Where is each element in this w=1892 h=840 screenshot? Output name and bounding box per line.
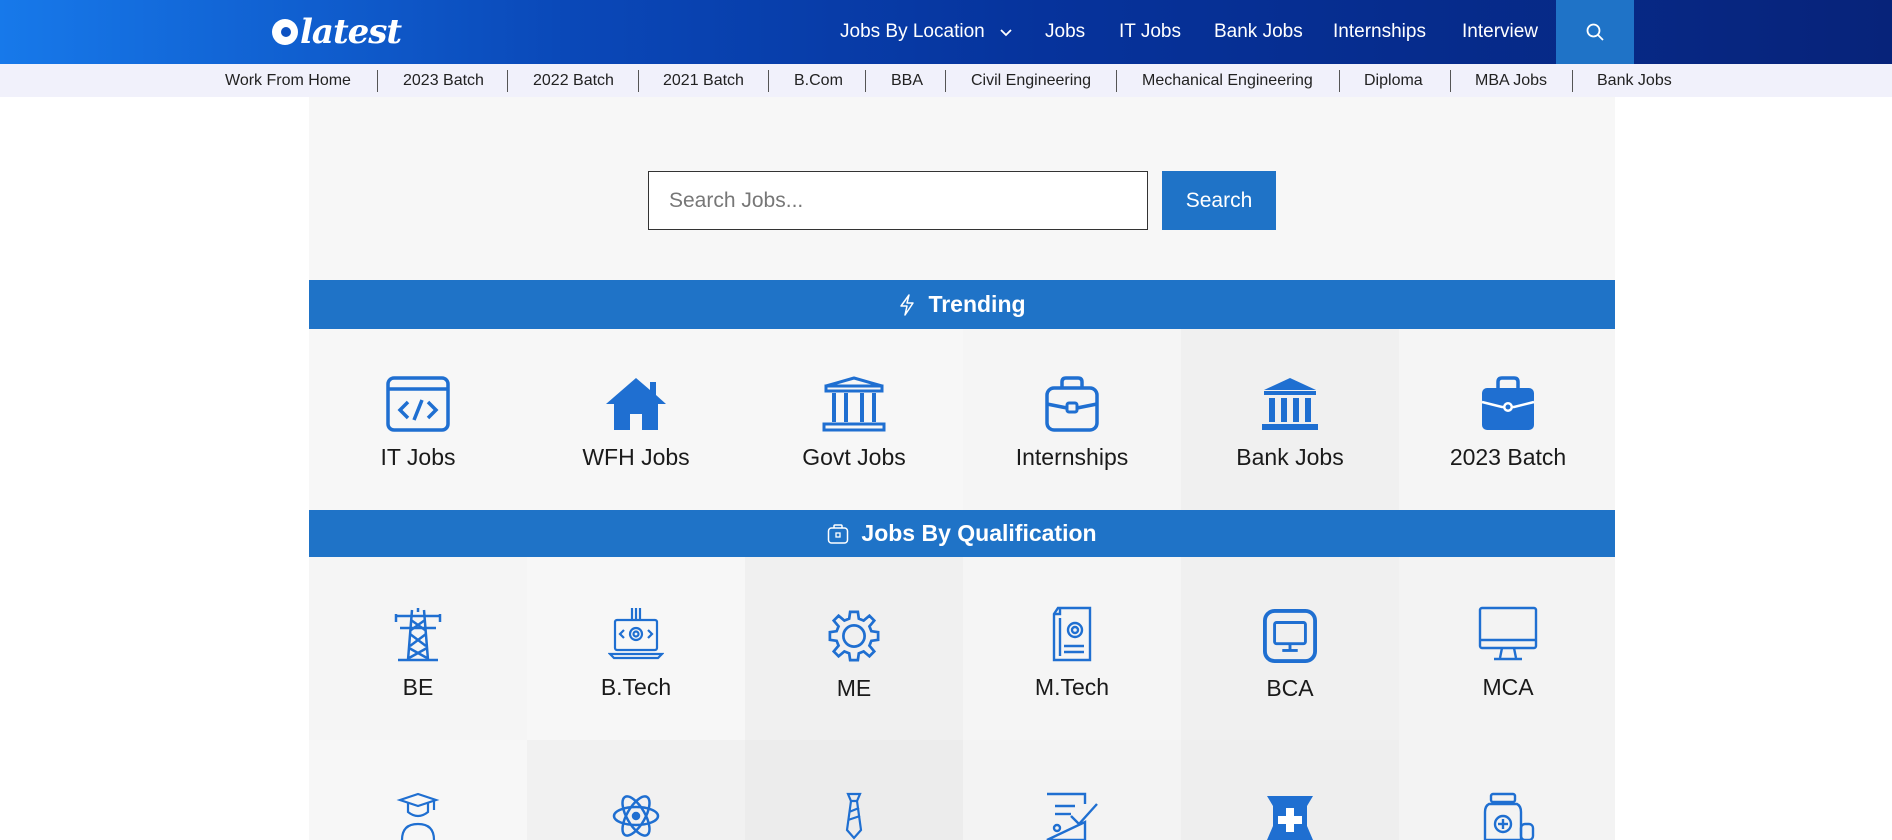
tile-label: M.Tech xyxy=(1034,674,1110,700)
tile-label: B.Tech xyxy=(600,674,672,700)
tile-label: MCA xyxy=(1482,674,1534,700)
subnav-item[interactable]: Civil Engineering xyxy=(971,64,1091,97)
subnav-divider xyxy=(865,70,866,92)
tile-label: WFH Jobs xyxy=(582,444,690,470)
trending-wfh-jobs[interactable]: WFH Jobs xyxy=(527,376,745,471)
qualification-header: Jobs By Qualification xyxy=(309,510,1615,557)
tile-label: ME xyxy=(836,675,872,701)
checklist-icon xyxy=(1046,792,1098,840)
gear-icon xyxy=(828,610,880,662)
briefcase-outline-icon xyxy=(1045,376,1099,432)
graduate-icon xyxy=(396,792,440,840)
subnav-divider xyxy=(945,70,946,92)
trending-govt-jobs[interactable]: Govt Jobs xyxy=(745,376,963,471)
mortar-pestle-icon xyxy=(1267,796,1313,840)
search-placeholder: Search Jobs... xyxy=(669,188,804,212)
trending-2023-batch[interactable]: 2023 Batch xyxy=(1399,376,1617,471)
medicine-bottle-icon xyxy=(1483,792,1535,840)
subnav-item[interactable]: 2022 Batch xyxy=(533,64,614,97)
subnav-item[interactable]: 2023 Batch xyxy=(403,64,484,97)
briefcase-small-icon xyxy=(828,523,849,544)
subnav-divider xyxy=(1572,70,1573,92)
nav-jobs-by-location[interactable]: Jobs By Location xyxy=(840,0,1015,64)
subnav-divider xyxy=(1450,70,1451,92)
header-search-button[interactable] xyxy=(1556,0,1634,64)
site-logo[interactable]: latest xyxy=(272,10,402,54)
subnav-divider xyxy=(377,70,378,92)
qualification-bca[interactable]: BCA xyxy=(1181,609,1399,702)
briefcase-filled-icon xyxy=(1481,376,1535,430)
nav-internships[interactable]: Internships xyxy=(1333,0,1426,64)
tile-label: BE xyxy=(402,674,434,700)
subnav-divider xyxy=(768,70,769,92)
chevron-down-icon xyxy=(1000,29,1012,37)
qualification-mca[interactable]: MCA xyxy=(1399,606,1617,701)
subnav-divider xyxy=(638,70,639,92)
subnav-divider xyxy=(1116,70,1117,92)
code-window-icon xyxy=(386,376,450,432)
qualification-tile[interactable] xyxy=(1399,792,1617,840)
subnav-item[interactable]: B.Com xyxy=(794,64,843,97)
qualification-tile[interactable] xyxy=(527,792,745,840)
qualification-tile[interactable] xyxy=(1181,792,1399,840)
desktop-monitor-icon xyxy=(1478,606,1538,661)
monitor-square-icon xyxy=(1263,609,1317,663)
qualification-btech[interactable]: B.Tech xyxy=(527,606,745,701)
trending-it-jobs[interactable]: IT Jobs xyxy=(309,376,527,471)
atom-icon xyxy=(612,795,660,837)
nav-interview[interactable]: Interview xyxy=(1462,0,1538,64)
necktie-icon xyxy=(845,792,863,840)
nav-jobs[interactable]: Jobs xyxy=(1045,0,1085,64)
section-title: Jobs By Qualification xyxy=(861,520,1097,546)
search-icon xyxy=(1586,23,1604,41)
subnav-item[interactable]: Diploma xyxy=(1364,64,1423,97)
search-button-label: Search xyxy=(1185,188,1253,212)
nav-label: Interview xyxy=(1462,21,1539,42)
qualification-me[interactable]: ME xyxy=(745,609,963,702)
home-icon xyxy=(606,378,666,430)
trending-header: Trending xyxy=(309,280,1615,329)
subnav-item[interactable]: Bank Jobs xyxy=(1597,64,1672,97)
trending-internships[interactable]: Internships xyxy=(963,376,1181,471)
nav-it-jobs[interactable]: IT Jobs xyxy=(1119,0,1181,64)
tile-label: 2023 Batch xyxy=(1449,444,1567,470)
search-input[interactable]: Search Jobs... xyxy=(648,171,1148,230)
subnav-item[interactable]: Mechanical Engineering xyxy=(1142,64,1313,97)
qualification-mtech[interactable]: M.Tech xyxy=(963,606,1181,701)
subnav-item[interactable]: BBA xyxy=(891,64,923,97)
subnav-divider xyxy=(507,70,508,92)
section-title: Trending xyxy=(928,291,1026,317)
lightning-icon xyxy=(900,293,915,316)
subnav-divider xyxy=(1339,70,1340,92)
qualification-be[interactable]: BE xyxy=(309,606,527,701)
search-button[interactable]: Search xyxy=(1162,171,1276,230)
nav-label: Jobs xyxy=(1045,21,1086,42)
laptop-gear-icon xyxy=(608,608,664,660)
tile-label: IT Jobs xyxy=(380,444,456,470)
power-tower-icon xyxy=(394,608,442,662)
subnav-item[interactable]: 2021 Batch xyxy=(663,64,744,97)
nav-label: Jobs By Location xyxy=(840,21,985,42)
subnav-item[interactable]: Work From Home xyxy=(225,64,351,97)
trending-bank-jobs[interactable]: Bank Jobs xyxy=(1181,376,1399,471)
logo-text: latest xyxy=(300,12,402,52)
document-gear-icon xyxy=(1052,606,1092,662)
qualification-tile[interactable] xyxy=(963,792,1181,840)
qualification-tile[interactable] xyxy=(745,792,963,840)
nav-label: IT Jobs xyxy=(1119,21,1181,42)
tile-label: BCA xyxy=(1266,675,1314,701)
logo-mark-icon xyxy=(272,19,298,45)
government-building-icon xyxy=(822,376,886,432)
nav-label: Internships xyxy=(1333,21,1426,42)
tile-label: Govt Jobs xyxy=(802,444,906,470)
qualification-tile[interactable] xyxy=(309,792,527,840)
bank-icon xyxy=(1262,378,1318,430)
tile-label: Internships xyxy=(1015,444,1129,470)
subnav-item[interactable]: MBA Jobs xyxy=(1475,64,1547,97)
nav-bank-jobs[interactable]: Bank Jobs xyxy=(1214,0,1303,64)
nav-label: Bank Jobs xyxy=(1214,21,1303,42)
tile-label: Bank Jobs xyxy=(1236,444,1344,470)
